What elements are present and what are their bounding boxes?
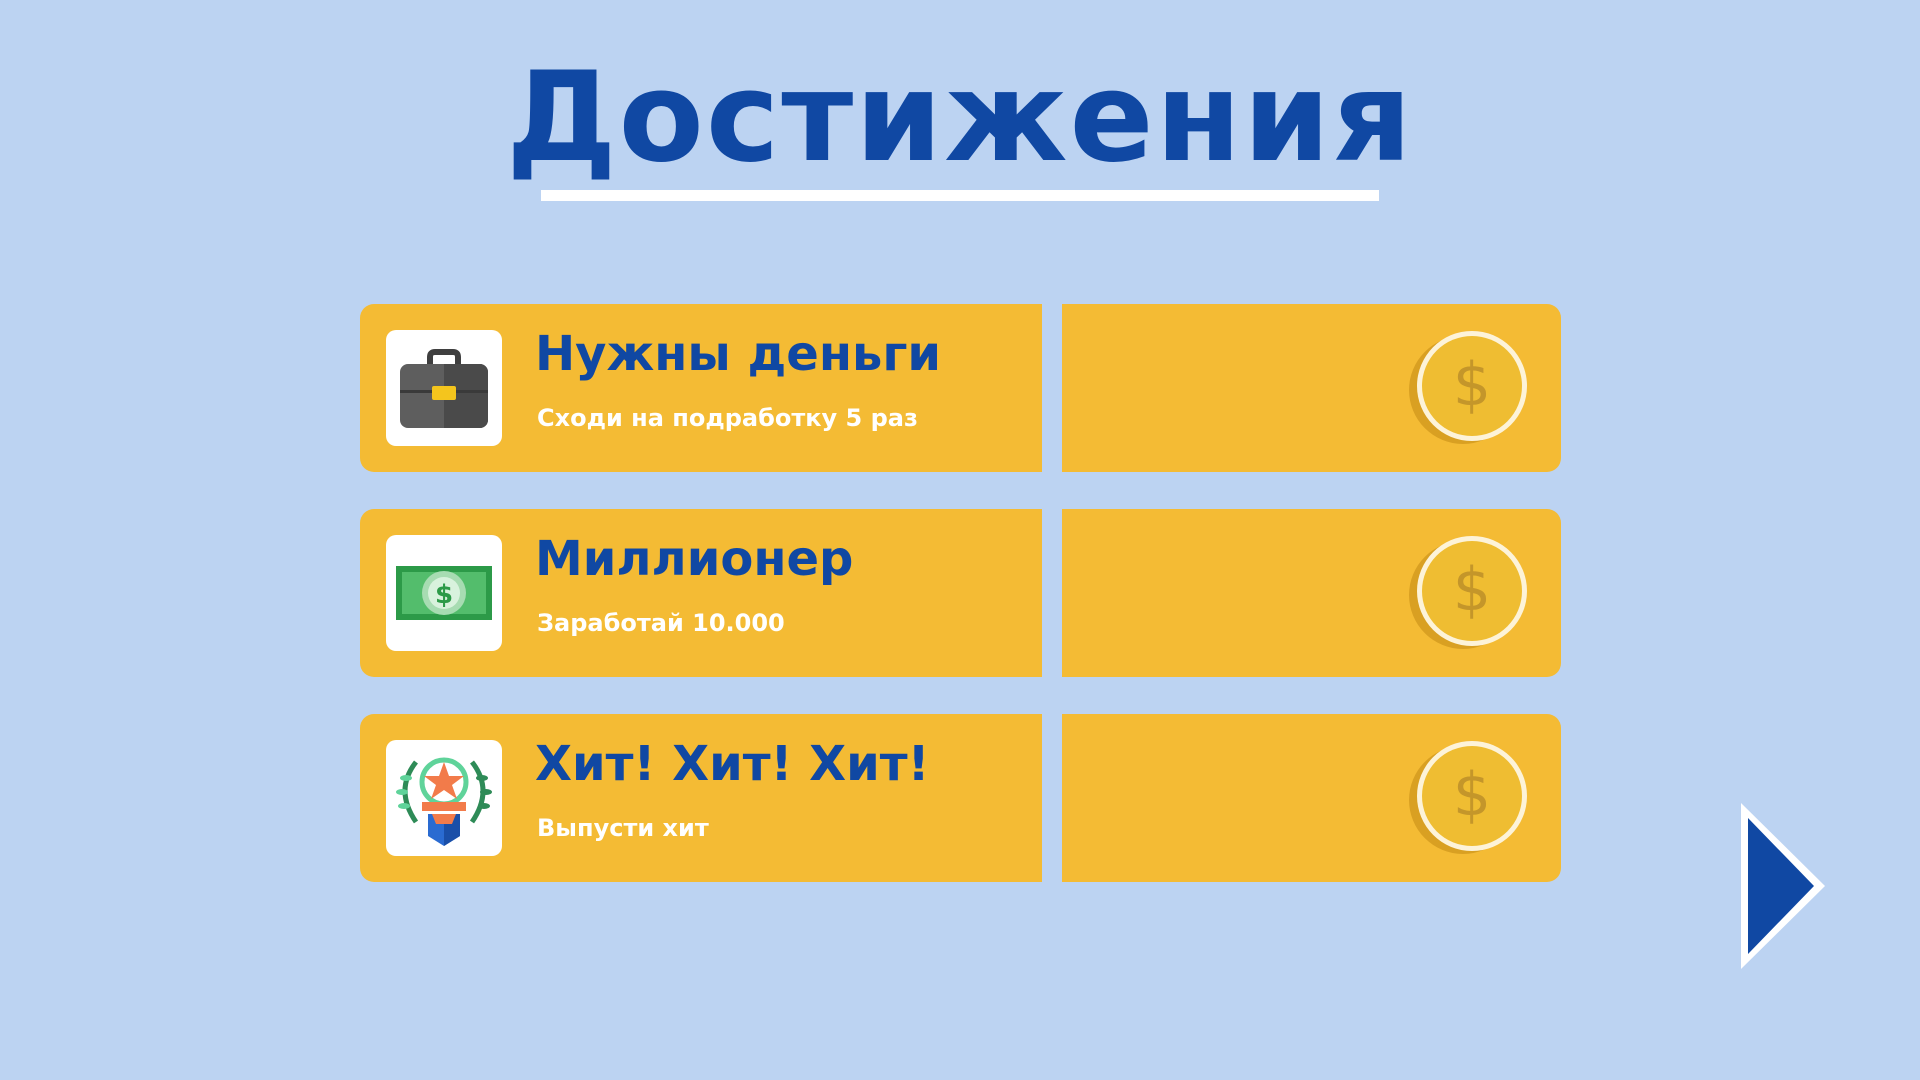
achievement-title: Миллионер (535, 531, 854, 587)
svg-text:$: $ (435, 580, 453, 610)
banknote-icon: $ (396, 566, 492, 620)
laurel-star-award-icon (396, 757, 492, 846)
achievement-card: $ Миллионер Заработай 10.000 $ (360, 509, 1561, 677)
achievement-title: Нужны деньги (535, 326, 942, 382)
svg-text:$: $ (1453, 555, 1491, 625)
achievement-reward-panel: $ (1062, 509, 1561, 677)
dollar-coin-icon: $ (1409, 536, 1527, 649)
dollar-coin-icon: $ (1409, 741, 1527, 854)
achievement-card: Нужны деньги Сходи на подработку 5 раз $ (360, 304, 1561, 472)
svg-text:$: $ (1453, 350, 1491, 420)
achievement-reward-panel: $ (1062, 304, 1561, 472)
svg-text:$: $ (1453, 760, 1491, 830)
achievement-reward-panel: $ (1062, 714, 1561, 882)
briefcase-icon (400, 349, 488, 428)
achievement-info-panel: Нужны деньги Сходи на подработку 5 раз (360, 304, 1042, 472)
achievement-card: Хит! Хит! Хит! Выпусти хит $ (360, 714, 1561, 882)
achievement-icon-frame (386, 740, 502, 856)
achievement-icon-frame (386, 330, 502, 446)
dollar-coin-icon: $ (1409, 331, 1527, 444)
title-underline (541, 190, 1379, 201)
achievement-info-panel: $ Миллионер Заработай 10.000 (360, 509, 1042, 677)
page-title: Достижения (506, 46, 1414, 190)
achievement-info-panel: Хит! Хит! Хит! Выпусти хит (360, 714, 1042, 882)
achievement-title: Хит! Хит! Хит! (535, 736, 930, 792)
achievement-description: Выпусти хит (537, 814, 709, 842)
achievement-description: Сходи на подработку 5 раз (537, 404, 918, 432)
next-arrow-icon[interactable] (1738, 800, 1828, 972)
achievement-description: Заработай 10.000 (537, 609, 785, 637)
achievement-icon-frame: $ (386, 535, 502, 651)
